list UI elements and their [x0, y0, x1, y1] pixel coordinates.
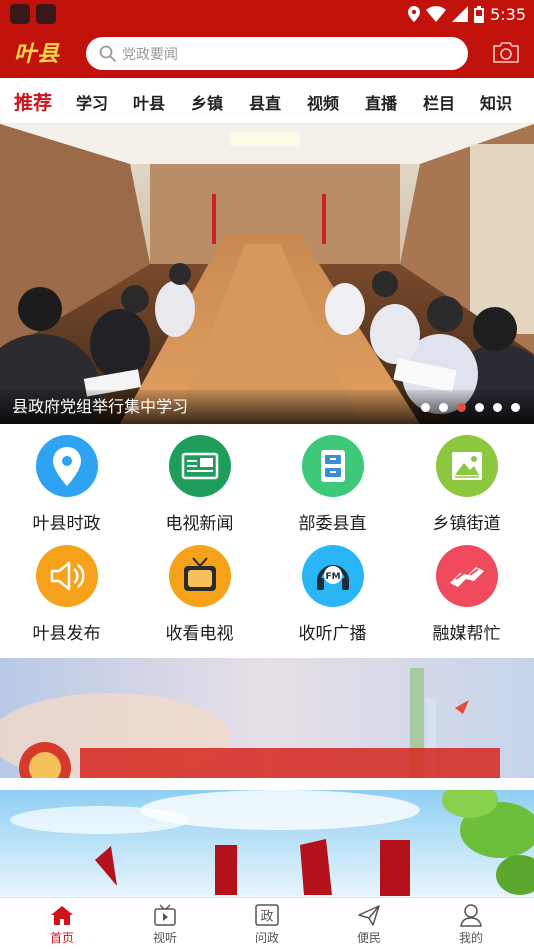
tab-towns[interactable]: 乡镇	[191, 90, 223, 114]
nav-services[interactable]: 便民	[339, 902, 399, 946]
bottom-navigation: 首页 视听 政 问政 便民 我的	[0, 897, 534, 950]
promo-banner-image	[0, 658, 534, 778]
status-bar: 5:35	[0, 0, 534, 28]
home-icon	[51, 906, 73, 925]
carousel-dot[interactable]	[421, 403, 430, 412]
carousel-caption[interactable]: 县政府党组举行集中学习	[12, 393, 188, 417]
nav-media[interactable]: 视听	[135, 902, 195, 946]
app-logo: 叶县	[14, 41, 61, 67]
search-input[interactable]: 党政要闻	[86, 37, 468, 70]
carousel-dot[interactable]	[475, 403, 484, 412]
channel-tabs: 推荐 学习 叶县 乡镇 县直 视频 直播 栏目 知识	[0, 78, 534, 124]
tab-video[interactable]: 视频	[307, 90, 339, 114]
radio-fm-icon: FM	[302, 545, 364, 607]
grid-item-tv-news[interactable]: 电视新闻	[133, 424, 266, 536]
app-header: 叶县 党政要闻	[0, 28, 534, 78]
grid-item-yexian-release[interactable]: 叶县发布	[0, 534, 133, 646]
carousel-dot[interactable]	[439, 403, 448, 412]
notification-icon	[10, 4, 30, 24]
app-screen: 5:35 叶县 党政要闻 推荐 学习 叶县 乡镇 县直 视频 直播 栏目 知识	[0, 0, 534, 950]
location-pin-icon	[36, 435, 98, 497]
tab-columns[interactable]: 栏目	[423, 90, 455, 114]
notification-icon	[36, 4, 56, 24]
tab-recommend[interactable]: 推荐	[14, 88, 52, 115]
speaker-icon	[36, 545, 98, 607]
landscape-icon	[436, 435, 498, 497]
cabinet-icon	[302, 435, 364, 497]
carousel-dot[interactable]	[511, 403, 520, 412]
carousel-dot[interactable]	[493, 403, 502, 412]
grid-item-town-streets[interactable]: 乡镇街道	[400, 424, 533, 536]
svg-text:政: 政	[260, 910, 273, 925]
nav-home[interactable]: 首页	[32, 902, 92, 946]
grid-item-listen-radio[interactable]: FM 收听广播	[266, 534, 399, 646]
zheng-icon: 政	[255, 904, 279, 926]
feature-grid: 叶县时政 电视新闻 部委县直 乡镇街道 叶县发布 收看电视 FM 收听广播 融媒…	[0, 424, 534, 656]
wifi-icon	[426, 6, 447, 22]
tab-study[interactable]: 学习	[76, 90, 108, 114]
carousel-indicator	[421, 403, 520, 412]
search-icon	[99, 45, 116, 62]
nav-profile[interactable]: 我的	[441, 902, 501, 946]
grid-item-county-depts[interactable]: 部委县直	[266, 424, 399, 536]
battery-icon	[474, 5, 485, 23]
grid-item-watch-tv[interactable]: 收看电视	[133, 534, 266, 646]
svg-text:FM: FM	[325, 572, 340, 582]
helping-hands-icon	[436, 545, 498, 607]
video-play-icon	[154, 904, 176, 926]
tab-knowledge[interactable]: 知识	[480, 90, 512, 114]
television-icon	[169, 545, 231, 607]
news-tv-icon	[169, 435, 231, 497]
meeting-photo	[0, 124, 534, 424]
tab-county-depts[interactable]: 县直	[249, 90, 281, 114]
send-icon	[358, 905, 380, 926]
location-icon	[408, 6, 421, 22]
promo-banner-civilization[interactable]	[0, 790, 534, 898]
search-placeholder: 党政要闻	[122, 47, 178, 63]
grid-item-media-help[interactable]: 融媒帮忙	[400, 534, 533, 646]
user-icon	[460, 904, 482, 927]
promo-banner[interactable]	[0, 658, 534, 778]
camera-icon[interactable]	[492, 40, 520, 64]
tab-live[interactable]: 直播	[365, 90, 397, 114]
tab-yexian[interactable]: 叶县	[133, 90, 165, 114]
cell-signal-icon	[452, 6, 469, 22]
status-time: 5:35	[490, 4, 526, 24]
promo-banner-image	[0, 790, 534, 898]
carousel-dot-active[interactable]	[457, 403, 466, 412]
grid-item-yexian-politics[interactable]: 叶县时政	[0, 424, 133, 536]
news-carousel[interactable]: 县政府党组举行集中学习	[0, 124, 534, 424]
nav-inquiry[interactable]: 政 问政	[237, 902, 297, 946]
